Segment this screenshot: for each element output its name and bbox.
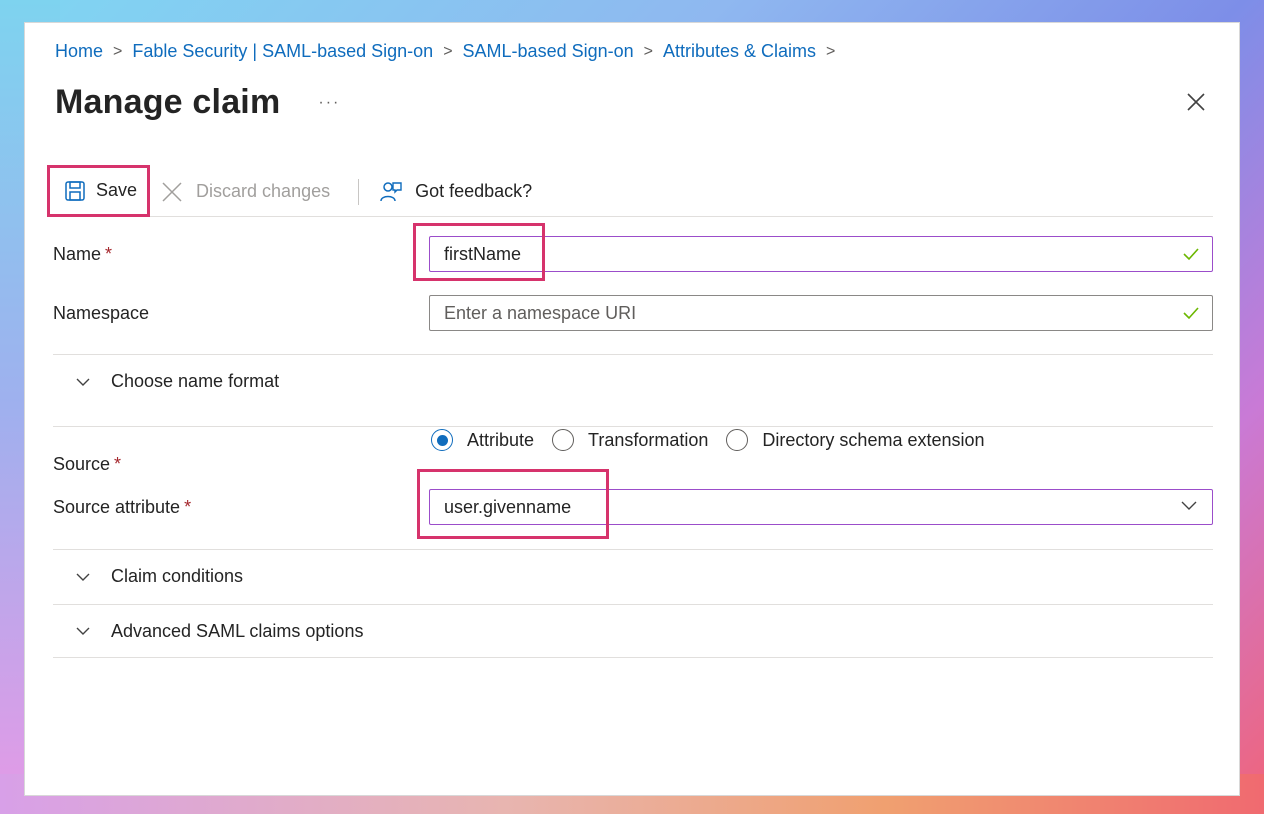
source-attribute-label: Source attribute * xyxy=(53,496,192,517)
breadcrumb-app[interactable]: Fable Security | SAML-based Sign-on xyxy=(132,41,433,62)
breadcrumb-home[interactable]: Home xyxy=(55,41,103,62)
toolbar-divider xyxy=(358,178,360,205)
title-row: Manage claim ··· xyxy=(55,83,340,122)
more-options-icon[interactable]: ··· xyxy=(318,94,340,112)
breadcrumb-attributes[interactable]: Attributes & Claims xyxy=(663,41,816,62)
radio-transformation-label: Transformation xyxy=(588,429,709,450)
radio-attribute-label: Attribute xyxy=(467,429,535,450)
source-label: Source * xyxy=(53,454,122,474)
command-bar: Save Discard changes Got feedback? xyxy=(47,164,1213,217)
breadcrumb: Home > Fable Security | SAML-based Sign-… xyxy=(55,41,845,62)
namespace-placeholder: Enter a namespace URI xyxy=(444,302,637,323)
feedback-icon xyxy=(380,181,402,201)
choose-name-format-label: Choose name format xyxy=(111,371,280,391)
advanced-saml-options-section[interactable]: Advanced SAML claims options xyxy=(53,604,1213,658)
advanced-saml-options-label: Advanced SAML claims options xyxy=(111,620,364,641)
name-highlight-box xyxy=(413,223,545,281)
radio-circle xyxy=(552,429,575,451)
radio-circle-selected xyxy=(431,429,453,451)
breadcrumb-separator: > xyxy=(643,42,653,60)
namespace-label: Namespace xyxy=(53,302,150,323)
save-icon xyxy=(65,180,85,201)
radio-circle xyxy=(726,429,749,451)
discard-label: Discard changes xyxy=(196,181,331,201)
breadcrumb-separator: > xyxy=(443,42,453,60)
chevron-down-icon xyxy=(1181,501,1197,510)
feedback-label: Got feedback? xyxy=(415,181,533,201)
namespace-input[interactable]: Enter a namespace URI xyxy=(429,295,1213,331)
breadcrumb-sso[interactable]: SAML-based Sign-on xyxy=(463,41,634,62)
choose-name-format-section[interactable]: Choose name format xyxy=(53,354,1213,408)
chevron-down-icon xyxy=(76,378,90,386)
close-icon[interactable] xyxy=(1185,91,1207,113)
chevron-down-icon xyxy=(76,573,90,581)
required-marker: * xyxy=(114,454,122,474)
radio-directory-schema-extension-label: Directory schema extension xyxy=(762,429,985,450)
manage-claim-panel: Home > Fable Security | SAML-based Sign-… xyxy=(24,22,1240,796)
source-attribute-row: Source attribute * user.givenname xyxy=(53,489,1213,525)
breadcrumb-separator: > xyxy=(826,42,836,60)
check-icon xyxy=(1183,248,1199,261)
check-icon xyxy=(1183,307,1199,320)
chevron-down-icon xyxy=(76,627,90,635)
claim-conditions-section[interactable]: Claim conditions xyxy=(53,549,1213,603)
claim-conditions-label: Claim conditions xyxy=(111,566,244,586)
name-input[interactable]: firstName xyxy=(429,236,1213,272)
radio-attribute[interactable]: Attribute xyxy=(431,429,534,451)
feedback-button[interactable]: Got feedback? xyxy=(379,180,532,204)
page-title: Manage claim xyxy=(55,83,281,121)
name-label: Name * xyxy=(53,243,113,264)
namespace-row: Namespace Enter a namespace URI xyxy=(53,295,1213,331)
save-label: Save xyxy=(96,180,138,200)
save-button[interactable]: Save xyxy=(47,164,151,217)
name-row: Name * firstName xyxy=(53,236,1213,272)
radio-directory-schema-extension[interactable]: Directory schema extension xyxy=(726,429,985,451)
discard-icon xyxy=(162,181,182,202)
required-marker: * xyxy=(105,243,113,264)
radio-transformation[interactable]: Transformation xyxy=(552,429,708,451)
discard-changes-button[interactable]: Discard changes xyxy=(160,180,330,204)
source-attribute-highlight-box xyxy=(417,469,609,539)
breadcrumb-separator: > xyxy=(113,42,123,60)
required-marker: * xyxy=(184,496,192,517)
source-radio-group: Attribute Transformation Directory schem… xyxy=(431,429,1003,451)
